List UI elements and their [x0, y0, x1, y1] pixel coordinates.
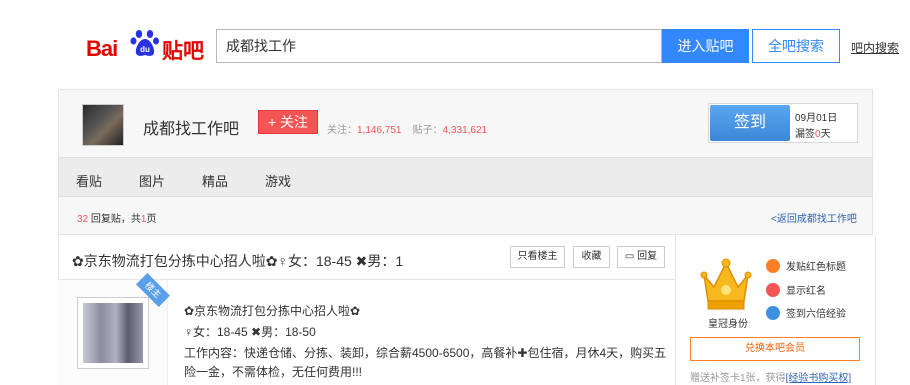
search-input[interactable]: 成都找工作 — [216, 29, 662, 63]
perk-red-title: 发贴红色标题 — [766, 258, 846, 274]
tab-games[interactable]: 游戏 — [265, 171, 291, 190]
post-line-4: 险一金，不需体检，无任何费用!!! — [184, 365, 363, 379]
red-title-icon — [766, 259, 780, 274]
signin-button[interactable]: 签到 — [710, 105, 790, 141]
missed-days: 漏签0天 — [795, 125, 831, 140]
perk-label: 发贴红色标题 — [786, 262, 846, 273]
baidu-tieba-logo[interactable]: Bai du 贴吧 — [86, 22, 206, 63]
reply-count-suffix: 回复贴，共 — [88, 214, 141, 225]
logo-bai-text: Bai — [86, 36, 118, 61]
logo-du-text: du — [140, 45, 150, 54]
reply-icon: ▭ — [624, 251, 635, 262]
tab-images[interactable]: 图片 — [139, 171, 165, 190]
posts-label: 贴子： — [412, 125, 443, 136]
reply-count-number: 32 — [77, 214, 89, 225]
perk-label: 显示红名 — [786, 286, 826, 297]
tab-featured[interactable]: 精品 — [202, 171, 228, 190]
missed-suffix: 天 — [820, 129, 831, 140]
thread-title: ✿京东物流打包分拣中心招人啦✿♀女：18-45 ✖男：1 — [72, 253, 404, 269]
page-suffix: 页 — [146, 214, 157, 225]
paw-icon: du — [130, 30, 159, 56]
red-name-icon — [766, 283, 780, 298]
exp-icon — [766, 306, 780, 321]
redeem-member-button[interactable]: 兑换本吧会员 — [690, 337, 860, 361]
reply-button[interactable]: ▭ 回复 — [617, 246, 665, 268]
back-to-forum-link[interactable]: <返回成都找工作吧 — [771, 210, 857, 225]
author-avatar-image — [83, 303, 143, 363]
forum-name[interactable]: 成都找工作吧 — [143, 115, 239, 139]
exp-book-link[interactable]: [经验书购买权] — [786, 373, 852, 384]
post-line-2: ♀女：18-45 ✖男：18-50 — [184, 325, 316, 339]
enter-forum-button[interactable]: 进入贴吧 — [662, 29, 749, 63]
post-line-1: ✿京东物流打包分拣中心招人啦✿ — [184, 304, 361, 318]
pager-bar — [58, 197, 873, 235]
missed-prefix: 漏签 — [795, 129, 815, 140]
crown-label: 皇冠身份 — [708, 319, 748, 330]
author-avatar[interactable] — [77, 297, 149, 369]
signin-date: 09月01日 — [795, 113, 838, 124]
crown-icon — [700, 258, 752, 310]
perk-label: 签到六倍经验 — [786, 309, 846, 320]
post-line-3: 工作内容：快递仓储、分拣、装卸，综合薪4500-6500，高餐补✚包住宿，月休4… — [184, 346, 667, 360]
only-op-button[interactable]: 只看楼主 — [510, 246, 565, 268]
followers-label: 关注： — [327, 125, 357, 136]
followers-count: 1,146,751 — [357, 125, 402, 136]
forum-nav — [58, 157, 873, 197]
reply-count: 32 回复贴，共1页 — [77, 210, 156, 225]
perk-red-name: 显示红名 — [766, 282, 826, 298]
forum-stats: 关注：1,146,751 贴子：4,331,621 — [327, 121, 487, 136]
search-all-button[interactable]: 全吧搜索 — [752, 29, 840, 63]
follow-button[interactable]: + 关注 — [258, 110, 318, 134]
tab-posts[interactable]: 看贴 — [76, 171, 102, 190]
member-note: 赠送补签卡1张，获得[经验书购买权] — [690, 369, 851, 384]
logo-tieba-text: 贴吧 — [162, 40, 204, 63]
perk-six-exp: 签到六倍经验 — [766, 305, 846, 321]
forum-avatar[interactable] — [82, 104, 124, 146]
reply-button-label: 回复 — [637, 251, 658, 262]
search-in-forum-link[interactable]: 吧内搜索 — [851, 39, 899, 56]
posts-count: 4,331,621 — [442, 125, 488, 136]
member-note-text: 赠送补签卡1张，获得 — [690, 373, 786, 384]
collect-button[interactable]: 收藏 — [573, 246, 610, 268]
